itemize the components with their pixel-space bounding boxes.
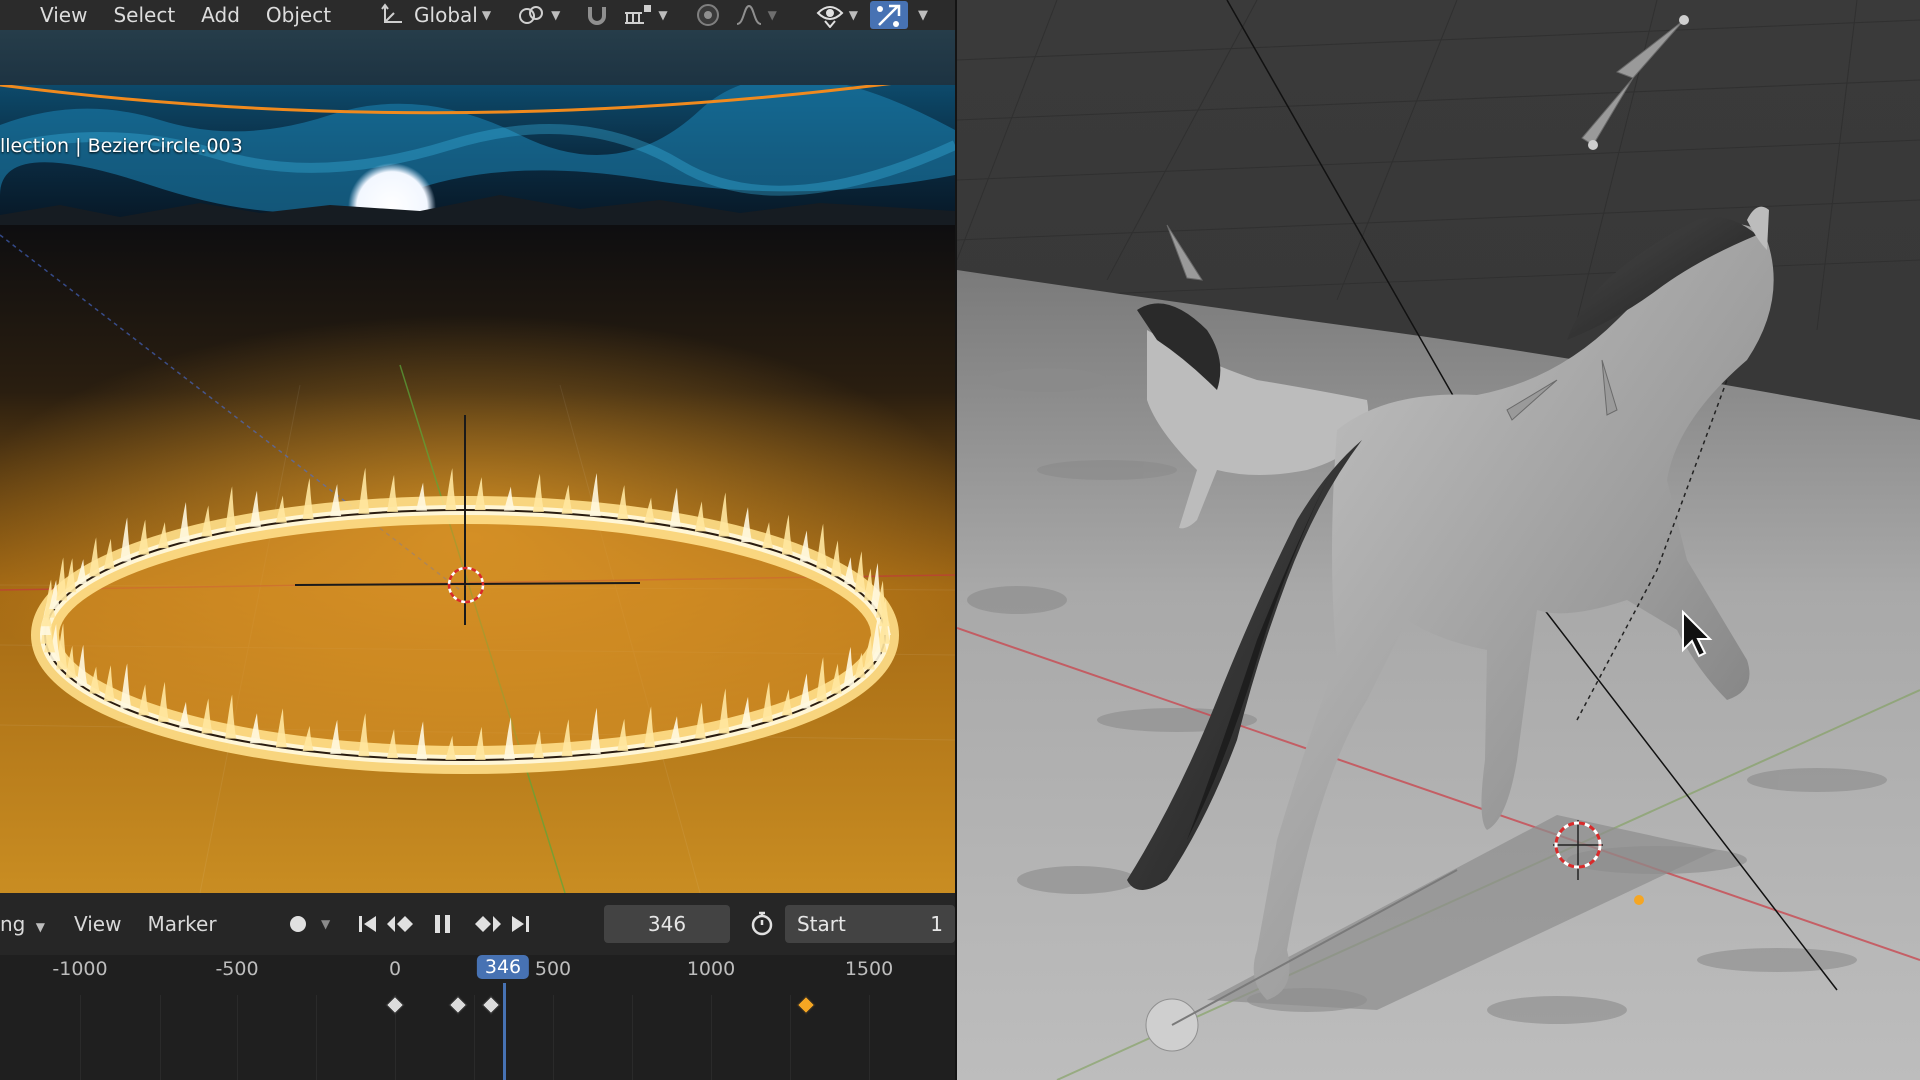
play-pause-button[interactable] [418, 904, 469, 944]
timeline-mode-label: ng [0, 912, 26, 936]
pivot-point-dropdown[interactable]: ▼ [511, 3, 566, 27]
chevron-down-icon: ▼ [481, 8, 492, 22]
viewport-object-info: llection | BezierCircle.003 [0, 135, 243, 157]
chevron-down-icon: ▼ [848, 8, 859, 22]
timeline-header: ng ▼ View Marker ▼ 346 Start 1 [0, 893, 955, 955]
jump-to-start-button[interactable] [352, 904, 384, 944]
ruler-tick-label: 1000 [686, 958, 736, 980]
grid-line [790, 995, 791, 1080]
gizmo-icon [877, 4, 901, 27]
keyframe-marker[interactable] [448, 995, 468, 1015]
grid-line [474, 995, 475, 1080]
eye-icon [816, 6, 844, 28]
chevron-down-icon: ▼ [35, 920, 45, 934]
header-strip [0, 30, 955, 85]
pause-icon [435, 915, 451, 933]
menu-view[interactable]: View [0, 3, 100, 27]
gizmo-chevron-down-icon[interactable]: ▼ [918, 8, 928, 23]
timeline-keyframe-area[interactable]: -1000 -500 0 500 1000 1500 346 [0, 955, 955, 1080]
viewport-header: View Select Add Object Global ▼ ▼ ▼ ▼ ▼ … [0, 0, 955, 30]
falloff-curve-icon [736, 4, 761, 25]
grid-line [553, 995, 554, 1080]
jump-to-end-button[interactable] [506, 904, 534, 944]
ruler-tick-label: -500 [215, 958, 259, 980]
menu-select[interactable]: Select [100, 3, 188, 27]
next-keyframe-icon [475, 916, 502, 932]
grid-line [316, 995, 317, 1080]
grid-line [80, 995, 81, 1080]
chevron-down-icon: ▼ [658, 8, 668, 22]
grid-line [632, 995, 633, 1080]
chevron-down-icon: ▼ [551, 8, 561, 22]
preview-range-toggle[interactable] [738, 904, 785, 944]
jump-prev-keyframe-button[interactable] [384, 904, 418, 944]
falloff-dropdown[interactable]: ▼ [728, 3, 783, 27]
rendered-viewport[interactable]: llection | BezierCircle.003 [0, 85, 955, 893]
gizmo-toggle[interactable] [870, 1, 909, 29]
orientation-axes-icon [381, 3, 403, 23]
chevron-down-icon: ▼ [767, 8, 777, 22]
grid-line [237, 995, 238, 1080]
ruler-tick-label: 1500 [844, 958, 894, 980]
ruler-tick-label: -1000 [52, 958, 108, 980]
auto-keying-toggle[interactable] [280, 904, 317, 944]
prev-keyframe-icon [386, 916, 413, 932]
magnet-icon [588, 7, 607, 25]
current-frame-badge[interactable]: 346 [476, 955, 530, 979]
ruler-tick-label: 500 [534, 958, 572, 980]
grid-line [869, 995, 870, 1080]
transform-orientation-dropdown[interactable]: Global ▼ [374, 3, 497, 27]
selected-keyframe-marker[interactable] [796, 995, 815, 1015]
ruler-tick-label: 0 [388, 958, 402, 980]
timeline-menu-view[interactable]: View [58, 912, 134, 936]
grid-line [711, 995, 712, 1080]
start-frame-field[interactable]: Start 1 [784, 905, 955, 943]
fire-ring-render [0, 85, 955, 893]
record-icon [290, 916, 307, 932]
jump-next-keyframe-button[interactable] [468, 904, 505, 944]
snap-increment-icon [625, 5, 652, 24]
stopwatch-icon [751, 911, 772, 936]
object-visibility-dropdown[interactable]: ▼ [809, 2, 864, 28]
menu-object[interactable]: Object [253, 3, 344, 27]
proportional-edit-icon [696, 4, 719, 26]
timeline-menu-marker[interactable]: Marker [134, 912, 229, 936]
orientation-label: Global [414, 3, 478, 27]
left-editor: View Select Add Object Global ▼ ▼ ▼ ▼ ▼ … [0, 0, 955, 1080]
solid-viewport[interactable] [957, 0, 1920, 1080]
keyframe-marker[interactable] [385, 995, 405, 1015]
current-frame-field[interactable]: 346 [603, 905, 731, 943]
snap-toggle[interactable] [578, 3, 616, 27]
proportional-editing-toggle[interactable] [688, 2, 728, 28]
start-frame-value: 1 [930, 912, 943, 936]
jump-end-icon [511, 916, 529, 932]
horse-scene [957, 0, 1920, 1080]
keyframe-marker[interactable] [482, 995, 501, 1015]
menu-add[interactable]: Add [188, 3, 253, 27]
pivot-link-icon [519, 6, 544, 24]
auto-keying-chevron-icon[interactable]: ▼ [321, 917, 330, 931]
playhead[interactable] [503, 983, 506, 1080]
grid-line [160, 995, 161, 1080]
start-frame-label: Start [796, 912, 846, 936]
jump-start-icon [359, 916, 377, 932]
snap-target-dropdown[interactable]: ▼ [616, 3, 673, 27]
timeline-mode-dropdown[interactable]: ng ▼ [0, 912, 58, 936]
